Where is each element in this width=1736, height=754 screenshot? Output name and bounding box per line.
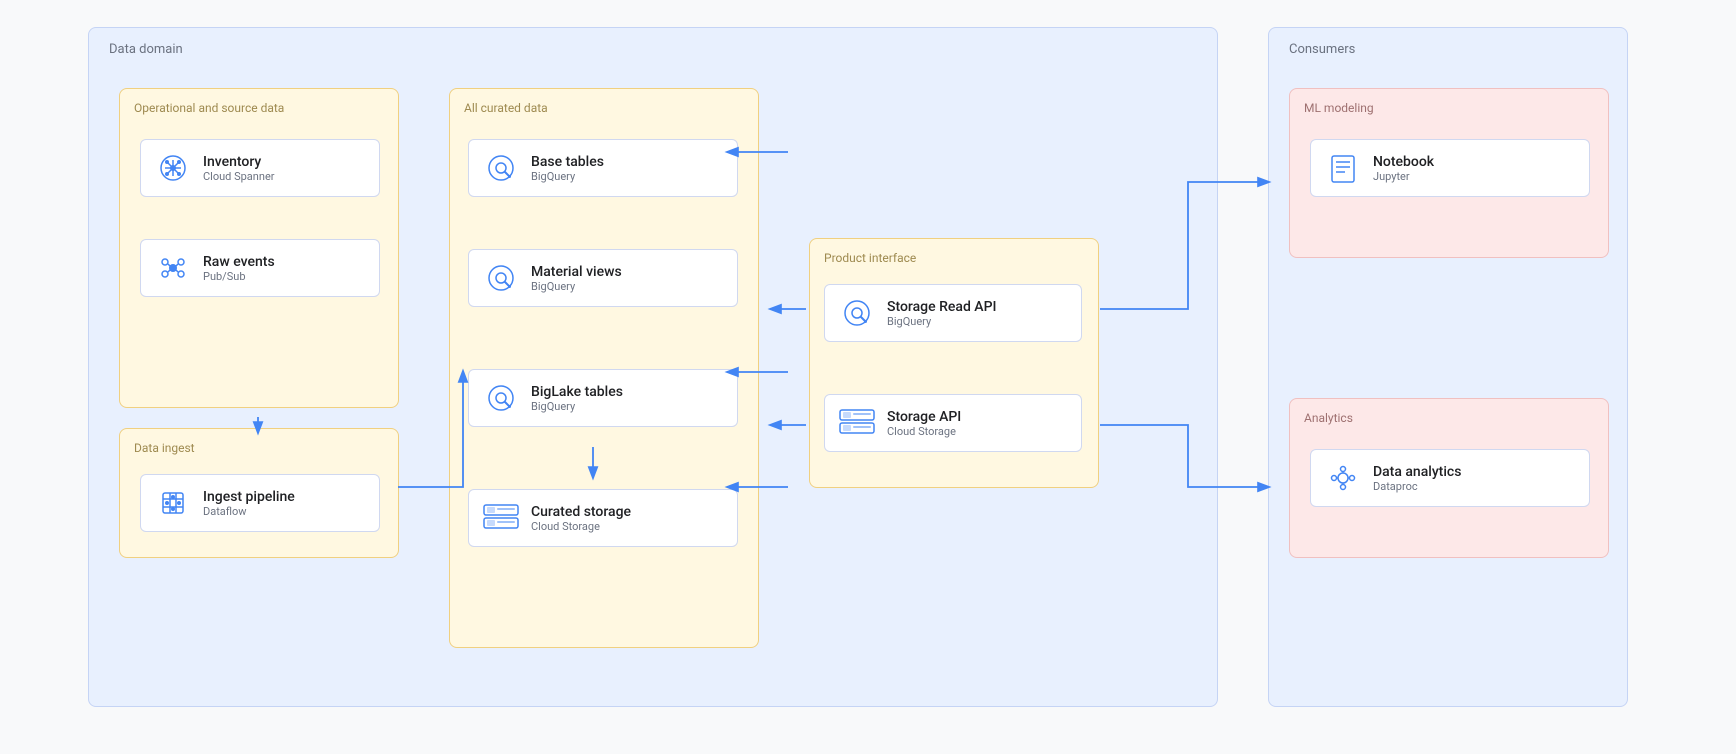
notebook-subtitle: Jupyter: [1373, 170, 1434, 183]
pubsub-icon: [155, 250, 191, 286]
ingest-pipeline-card: Ingest pipeline Dataflow: [140, 474, 380, 532]
notebook-title: Notebook: [1373, 154, 1434, 170]
ingest-pipeline-subtitle: Dataflow: [203, 505, 295, 518]
cloud-storage-icon-1: [483, 500, 519, 536]
data-ingest-box: Data ingest: [119, 428, 399, 558]
data-domain-label: Data domain: [109, 42, 183, 57]
storage-read-api-card: Storage Read API BigQuery: [824, 284, 1082, 342]
material-views-subtitle: BigQuery: [531, 280, 622, 293]
ml-modeling-label: ML modeling: [1304, 101, 1374, 115]
data-analytics-card: Data analytics Dataproc: [1310, 449, 1590, 507]
storage-read-api-title: Storage Read API: [887, 299, 997, 315]
dataflow-icon: [155, 485, 191, 521]
data-analytics-subtitle: Dataproc: [1373, 480, 1461, 493]
base-tables-text: Base tables BigQuery: [531, 154, 604, 183]
all-curated-box: All curated data Base tables BigQuery: [449, 88, 759, 648]
cloud-storage-icon-2: [839, 405, 875, 441]
storage-api-text: Storage API Cloud Storage: [887, 409, 961, 438]
material-views-text: Material views BigQuery: [531, 264, 622, 293]
inventory-card: Inventory Cloud Spanner: [140, 139, 380, 197]
consumers-box: Consumers ML modeling Notebook Jupyter: [1268, 27, 1628, 707]
bigquery-icon-4: [839, 295, 875, 331]
data-domain-box: Data domain Operational and source data: [88, 27, 1218, 707]
diagram-wrapper: Data domain Operational and source data: [88, 27, 1648, 727]
inventory-title: Inventory: [203, 154, 275, 170]
dataproc-icon: [1325, 460, 1361, 496]
notebook-card: Notebook Jupyter: [1310, 139, 1590, 197]
storage-read-api-subtitle: BigQuery: [887, 315, 997, 328]
curated-storage-text: Curated storage Cloud Storage: [531, 504, 631, 533]
biglake-tables-text: BigLake tables BigQuery: [531, 384, 623, 413]
analytics-label: Analytics: [1304, 411, 1353, 425]
raw-events-text: Raw events Pub/Sub: [203, 254, 275, 283]
raw-events-subtitle: Pub/Sub: [203, 270, 275, 283]
data-ingest-label: Data ingest: [134, 441, 195, 455]
biglake-tables-title: BigLake tables: [531, 384, 623, 400]
raw-events-card: Raw events Pub/Sub: [140, 239, 380, 297]
data-analytics-text: Data analytics Dataproc: [1373, 464, 1461, 493]
material-views-title: Material views: [531, 264, 622, 280]
ml-modeling-box: ML modeling Notebook Jupyter: [1289, 88, 1609, 258]
bigquery-icon-2: [483, 260, 519, 296]
curated-storage-subtitle: Cloud Storage: [531, 520, 631, 533]
storage-api-subtitle: Cloud Storage: [887, 425, 961, 438]
storage-api-card: Storage API Cloud Storage: [824, 394, 1082, 452]
curated-storage-title: Curated storage: [531, 504, 631, 520]
bigquery-icon-3: [483, 380, 519, 416]
jupyter-icon: [1325, 150, 1361, 186]
ingest-pipeline-text: Ingest pipeline Dataflow: [203, 489, 295, 518]
all-curated-label: All curated data: [464, 101, 548, 115]
inventory-subtitle: Cloud Spanner: [203, 170, 275, 183]
cloud-spanner-icon: [155, 150, 191, 186]
inventory-text: Inventory Cloud Spanner: [203, 154, 275, 183]
data-analytics-title: Data analytics: [1373, 464, 1461, 480]
curated-storage-card: Curated storage Cloud Storage: [468, 489, 738, 547]
biglake-tables-subtitle: BigQuery: [531, 400, 623, 413]
base-tables-card: Base tables BigQuery: [468, 139, 738, 197]
storage-read-api-text: Storage Read API BigQuery: [887, 299, 997, 328]
analytics-box: Analytics: [1289, 398, 1609, 558]
base-tables-subtitle: BigQuery: [531, 170, 604, 183]
material-views-card: Material views BigQuery: [468, 249, 738, 307]
product-interface-box: Product interface Storage Read API BigQu…: [809, 238, 1099, 488]
bigquery-icon-1: [483, 150, 519, 186]
operational-box: Operational and source data: [119, 88, 399, 408]
operational-label: Operational and source data: [134, 101, 284, 115]
base-tables-title: Base tables: [531, 154, 604, 170]
raw-events-title: Raw events: [203, 254, 275, 270]
notebook-text: Notebook Jupyter: [1373, 154, 1434, 183]
product-interface-label: Product interface: [824, 251, 916, 265]
consumers-label: Consumers: [1289, 42, 1355, 57]
storage-api-title: Storage API: [887, 409, 961, 425]
ingest-pipeline-title: Ingest pipeline: [203, 489, 295, 505]
biglake-tables-card: BigLake tables BigQuery: [468, 369, 738, 427]
